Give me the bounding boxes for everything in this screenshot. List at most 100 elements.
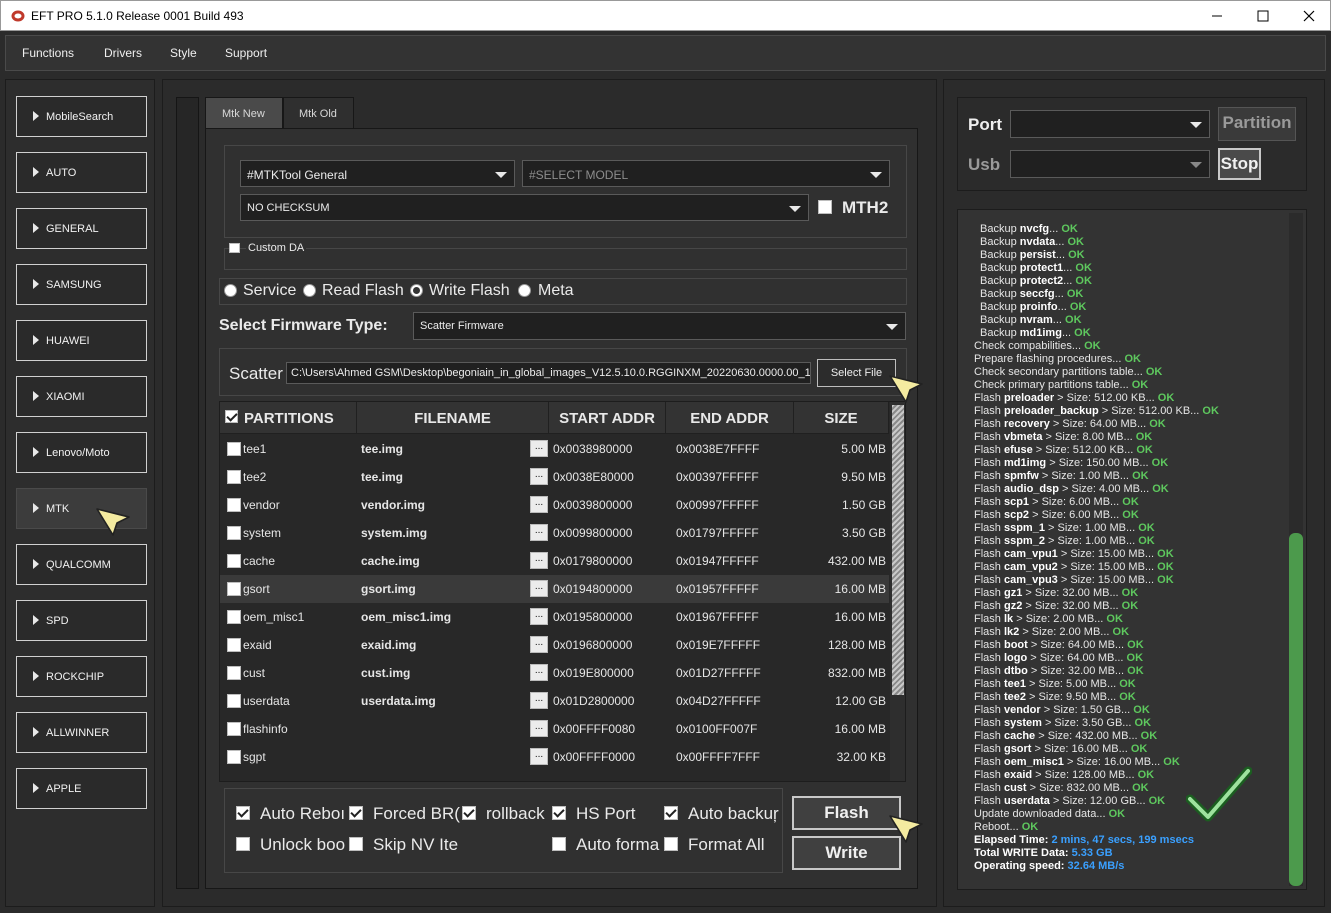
row-checkbox[interactable] [227, 442, 241, 456]
skip-nv-items-checkbox[interactable] [349, 837, 363, 851]
partition-size: 16.00 MB [834, 582, 886, 596]
log-line: Check compabilities... OK [974, 340, 1101, 352]
browse-file-button[interactable]: ... [530, 580, 548, 597]
table-row[interactable]: tee2 tee.img... 0x0038E80000 0x00397FFFFF 9.… [220, 463, 889, 491]
stop-button[interactable]: Stop [1218, 148, 1261, 180]
sidebar-item-qualcomm[interactable]: QUALCOMM [16, 544, 147, 585]
table-row[interactable]: cache cache.img... 0x0179800000 0x01947FFFF… [220, 547, 889, 575]
select-file-button[interactable]: Select File [817, 359, 896, 387]
row-checkbox[interactable] [227, 750, 241, 764]
sidebar-item-general[interactable]: GENERAL [16, 208, 147, 249]
browse-file-button[interactable]: ... [530, 552, 548, 569]
sidebar-item-rockchip[interactable]: ROCKCHIP [16, 656, 147, 697]
hs-port-checkbox[interactable] [552, 806, 566, 820]
table-row[interactable]: vendor vendor.img... 0x0039800000 0x00997FF… [220, 491, 889, 519]
mode-meta-radio[interactable] [518, 284, 531, 297]
minimize-button[interactable] [1194, 1, 1240, 31]
auto-backup-checkbox[interactable] [664, 806, 678, 820]
row-checkbox[interactable] [227, 694, 241, 708]
table-row[interactable]: userdata userdata.img... 0x01D2800000 0x04D… [220, 687, 889, 715]
col-start-addr[interactable]: START ADDR [549, 402, 666, 434]
col-partitions[interactable]: PARTITIONS [220, 402, 357, 434]
tool-combo[interactable]: #MTKTool General [240, 160, 515, 187]
rollback-checkbox[interactable] [462, 806, 476, 820]
col-end-addr[interactable]: END ADDR [666, 402, 794, 434]
sidebar-item-mobilesearch[interactable]: MobileSearch [16, 96, 147, 137]
custom-da-checkbox[interactable] [229, 243, 240, 253]
row-checkbox[interactable] [227, 666, 241, 680]
row-checkbox[interactable] [227, 582, 241, 596]
sidebar-item-auto[interactable]: AUTO [16, 152, 147, 193]
browse-file-button[interactable]: ... [530, 748, 548, 765]
table-row[interactable]: cust cust.img... 0x019E800000 0x01D27FFFFF 8… [220, 659, 889, 687]
menu-functions[interactable]: Functions [22, 46, 74, 60]
row-checkbox[interactable] [227, 554, 241, 568]
unlock-boot-checkbox[interactable] [236, 837, 250, 851]
sidebar-item-lenovo-moto[interactable]: Lenovo/Moto [16, 432, 147, 473]
sidebar-item-samsung[interactable]: SAMSUNG [16, 264, 147, 305]
usb-combo[interactable] [1010, 150, 1210, 178]
mode-read-flash-radio[interactable] [303, 284, 316, 297]
table-scrollbar[interactable] [890, 402, 905, 781]
auto-reboot-checkbox[interactable] [236, 806, 250, 820]
select-all-checkbox[interactable] [225, 410, 238, 423]
sidebar-item-huawei[interactable]: HUAWEI [16, 320, 147, 361]
model-combo[interactable]: #SELECT MODEL [522, 160, 890, 187]
row-checkbox[interactable] [227, 498, 241, 512]
browse-file-button[interactable]: ... [530, 664, 548, 681]
tab-mtk-old[interactable]: Mtk Old [283, 97, 354, 129]
sidebar-item-xiaomi[interactable]: XIAOMI [16, 376, 147, 417]
checksum-combo[interactable]: NO CHECKSUM [240, 194, 809, 221]
browse-file-button[interactable]: ... [530, 524, 548, 541]
log-line: Flash userdata > Size: 12.00 GB... OK [974, 795, 1166, 807]
table-row[interactable]: system system.img... 0x0099800000 0x01797FF… [220, 519, 889, 547]
write-button[interactable]: Write [792, 836, 901, 870]
table-scroll-thumb[interactable] [892, 405, 904, 695]
table-row[interactable]: sgpt... 0x00FFFF0000 0x00FFFF7FFF 32.00 KB [220, 743, 889, 771]
browse-file-button[interactable]: ... [530, 440, 548, 457]
col-size[interactable]: SIZE [794, 402, 889, 434]
row-checkbox[interactable] [227, 722, 241, 736]
log-scroll-thumb[interactable] [1289, 533, 1303, 886]
format-all-checkbox[interactable] [664, 837, 678, 851]
browse-file-button[interactable]: ... [530, 720, 548, 737]
table-row[interactable]: tee1 tee.img... 0x0038980000 0x0038E7FFFF 5.… [220, 435, 889, 463]
scatter-path-field[interactable]: C:\Users\Ahmed GSM\Desktop\begoniain_in_… [286, 362, 811, 384]
row-checkbox[interactable] [227, 470, 241, 484]
flash-button[interactable]: Flash [792, 796, 901, 830]
col-filename[interactable]: FILENAME [357, 402, 549, 434]
menu-support[interactable]: Support [225, 46, 267, 60]
menu-style[interactable]: Style [170, 46, 197, 60]
mode-service-radio[interactable] [224, 284, 237, 297]
log-scrollbar[interactable] [1289, 213, 1303, 886]
sidebar-item-allwinner[interactable]: ALLWINNER [16, 712, 147, 753]
mode-write-flash-radio[interactable] [410, 284, 423, 297]
close-button[interactable] [1286, 1, 1331, 31]
mth2-checkbox[interactable] [818, 200, 832, 214]
auto-format-checkbox[interactable] [552, 837, 566, 851]
browse-file-button[interactable]: ... [530, 608, 548, 625]
browse-file-button[interactable]: ... [530, 636, 548, 653]
table-row[interactable]: oem_misc1 oem_misc1.img... 0x0195800000 0x0… [220, 603, 889, 631]
firmware-type-combo[interactable]: Scatter Firmware [413, 312, 906, 340]
browse-file-button[interactable]: ... [530, 692, 548, 709]
port-combo[interactable] [1010, 110, 1210, 138]
cursor-arrow-icon [889, 375, 923, 403]
browse-file-button[interactable]: ... [530, 468, 548, 485]
maximize-button[interactable] [1240, 1, 1286, 31]
row-checkbox[interactable] [227, 526, 241, 540]
menu-drivers[interactable]: Drivers [104, 46, 142, 60]
browse-file-button[interactable]: ... [530, 496, 548, 513]
row-checkbox[interactable] [227, 610, 241, 624]
sidebar-item-apple[interactable]: APPLE [16, 768, 147, 809]
forced-brom-checkbox[interactable] [349, 806, 363, 820]
sidebar-item-spd[interactable]: SPD [16, 600, 147, 641]
partition-start-addr: 0x0194800000 [553, 582, 633, 596]
table-row[interactable]: gsort gsort.img... 0x0194800000 0x01957FFFF… [220, 575, 889, 603]
partition-end-addr: 0x00997FFFFF [676, 498, 759, 512]
row-checkbox[interactable] [227, 638, 241, 652]
tab-mtk-new[interactable]: Mtk New [205, 97, 283, 129]
table-row[interactable]: exaid exaid.img... 0x0196800000 0x019E7FFFF… [220, 631, 889, 659]
table-row[interactable]: flashinfo... 0x00FFFF0080 0x0100FF007F 16.0… [220, 715, 889, 743]
partition-button[interactable]: Partition [1218, 107, 1296, 141]
